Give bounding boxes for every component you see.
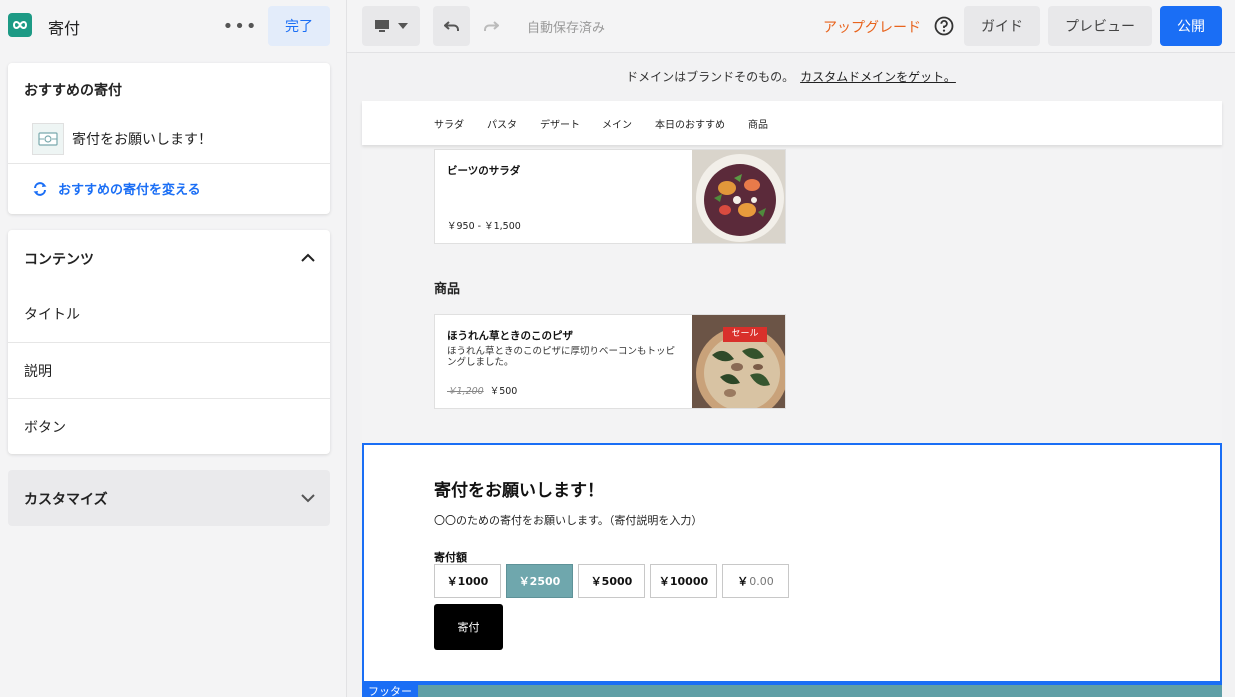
footer-section[interactable]: フッター xyxy=(362,683,1222,697)
refresh-icon xyxy=(33,181,47,196)
nav-item-products[interactable]: 商品 xyxy=(748,116,768,131)
app-logo-icon[interactable] xyxy=(8,13,32,37)
undo-button[interactable] xyxy=(433,6,470,46)
donation-title: 寄付をお願いします！ xyxy=(434,481,604,501)
currency-symbol: ￥ xyxy=(737,575,749,588)
caret-down-icon xyxy=(398,23,408,29)
domain-banner: ドメインはブランドそのもの。 カスタムドメインをゲット。 xyxy=(347,53,1235,100)
spinach-pizza-image: セール xyxy=(692,315,785,408)
nav-item-todays-special[interactable]: 本日のおすすめ xyxy=(655,116,725,131)
autosave-status: 自動保存済み xyxy=(527,21,606,36)
chevron-up-icon xyxy=(301,253,315,262)
change-featured-donation-label: おすすめの寄付を変える xyxy=(58,183,201,198)
domain-banner-text: ドメインはブランドそのもの。 xyxy=(626,70,795,84)
site-navigation: サラダ パスタ デザート メイン 本日のおすすめ 商品 xyxy=(362,101,1222,145)
preview-button[interactable]: プレビュー xyxy=(1048,6,1152,46)
sidebar-header: 寄付 ••• 完了 xyxy=(0,0,346,52)
featured-donation-card: おすすめの寄付 寄付をお願いします！ おすすめの寄付を変える xyxy=(8,63,330,214)
product-description: ほうれん草ときのこのピザに厚切りベーコンもトッピングしました。 xyxy=(447,346,676,368)
nav-item-dessert[interactable]: デザート xyxy=(540,116,580,131)
redo-button[interactable] xyxy=(472,6,509,46)
donation-description: 〇〇のための寄付をお願いします。（寄付説明を入力） xyxy=(434,514,703,527)
nav-item-main[interactable]: メイン xyxy=(602,116,632,131)
site-page: サラダ パスタ デザート メイン 本日のおすすめ 商品 ビーツのサラダ ￥950… xyxy=(362,101,1222,697)
product-sale-price: ￥500 xyxy=(489,386,518,397)
undo-icon xyxy=(443,21,459,31)
featured-donation-item[interactable]: 寄付をお願いします！ xyxy=(32,123,212,155)
donate-button[interactable]: 寄付 xyxy=(434,604,503,650)
amount-option-5000[interactable]: ￥5000 xyxy=(578,564,645,598)
content-row-description[interactable]: 説明 xyxy=(8,343,330,399)
chevron-down-icon xyxy=(301,494,315,503)
footer-section-tag[interactable]: フッター xyxy=(362,685,418,697)
more-options-icon[interactable]: ••• xyxy=(223,12,257,40)
amount-option-2500-selected[interactable]: ￥2500 xyxy=(506,564,573,598)
custom-amount-input[interactable]: ￥ 0.00 xyxy=(722,564,789,598)
sidebar-title: 寄付 xyxy=(48,19,81,38)
content-row-label: 説明 xyxy=(24,364,52,380)
section-heading-products: 商品 xyxy=(434,282,461,297)
upgrade-link[interactable]: アップグレード xyxy=(823,17,921,37)
nav-item-pasta[interactable]: パスタ xyxy=(487,116,517,131)
divider xyxy=(8,163,330,164)
featured-donation-heading: おすすめの寄付 xyxy=(24,83,122,99)
publish-button[interactable]: 公開 xyxy=(1160,6,1222,46)
site-preview-canvas: ドメインはブランドそのもの。 カスタムドメインをゲット。 サラダ パスタ デザー… xyxy=(347,53,1235,697)
amount-option-1000[interactable]: ￥1000 xyxy=(434,564,501,598)
content-row-label: タイトル xyxy=(24,307,80,323)
desktop-icon xyxy=(375,20,389,32)
change-featured-donation-button[interactable]: おすすめの寄付を変える xyxy=(32,179,201,198)
help-icon[interactable] xyxy=(933,15,955,37)
product-card[interactable]: ビーツのサラダ ￥950 - ￥1,500 xyxy=(434,149,786,244)
donation-section[interactable]: 寄付をお願いします！ 〇〇のための寄付をお願いします。（寄付説明を入力） 寄付額… xyxy=(362,443,1222,683)
sale-badge: セール xyxy=(723,327,767,342)
product-price-row: ￥1,200 ￥500 xyxy=(447,383,517,397)
editor-sidebar: 寄付 ••• 完了 おすすめの寄付 寄付をお願いします！ おすすめの寄付を変える… xyxy=(0,0,347,697)
customize-section-toggle[interactable]: カスタマイズ xyxy=(8,470,330,526)
donation-thumbnail-icon xyxy=(32,123,64,155)
product-name: ほうれん草ときのこのピザ xyxy=(447,330,573,342)
product-original-price: ￥1,200 xyxy=(447,386,484,397)
content-section-toggle[interactable]: コンテンツ xyxy=(8,230,330,286)
guide-button[interactable]: ガイド xyxy=(964,6,1040,46)
done-button[interactable]: 完了 xyxy=(268,6,330,46)
redo-icon xyxy=(483,21,499,31)
customize-heading: カスタマイズ xyxy=(24,492,108,508)
product-name: ビーツのサラダ xyxy=(447,165,521,177)
content-heading: コンテンツ xyxy=(24,252,94,268)
custom-amount-placeholder: 0.00 xyxy=(749,574,774,588)
content-row-label: ボタン xyxy=(24,420,66,436)
device-view-dropdown[interactable] xyxy=(362,6,420,46)
nav-item-salad[interactable]: サラダ xyxy=(434,116,464,131)
donation-amount-label: 寄付額 xyxy=(434,551,467,564)
content-row-title[interactable]: タイトル xyxy=(8,286,330,342)
product-price: ￥950 - ￥1,500 xyxy=(447,221,521,232)
beet-salad-image xyxy=(692,150,785,243)
custom-domain-link[interactable]: カスタムドメインをゲット。 xyxy=(800,68,956,85)
amount-option-10000[interactable]: ￥10000 xyxy=(650,564,717,598)
content-row-button[interactable]: ボタン xyxy=(8,399,330,455)
featured-donation-item-label: 寄付をお願いします！ xyxy=(72,132,212,148)
editor-toolbar: 自動保存済み アップグレード ガイド プレビュー 公開 xyxy=(347,0,1235,53)
content-panel: コンテンツ タイトル 説明 ボタン xyxy=(8,230,330,454)
product-card[interactable]: ほうれん草ときのこのピザ ほうれん草ときのこのピザに厚切りベーコンもトッピングし… xyxy=(434,314,786,409)
